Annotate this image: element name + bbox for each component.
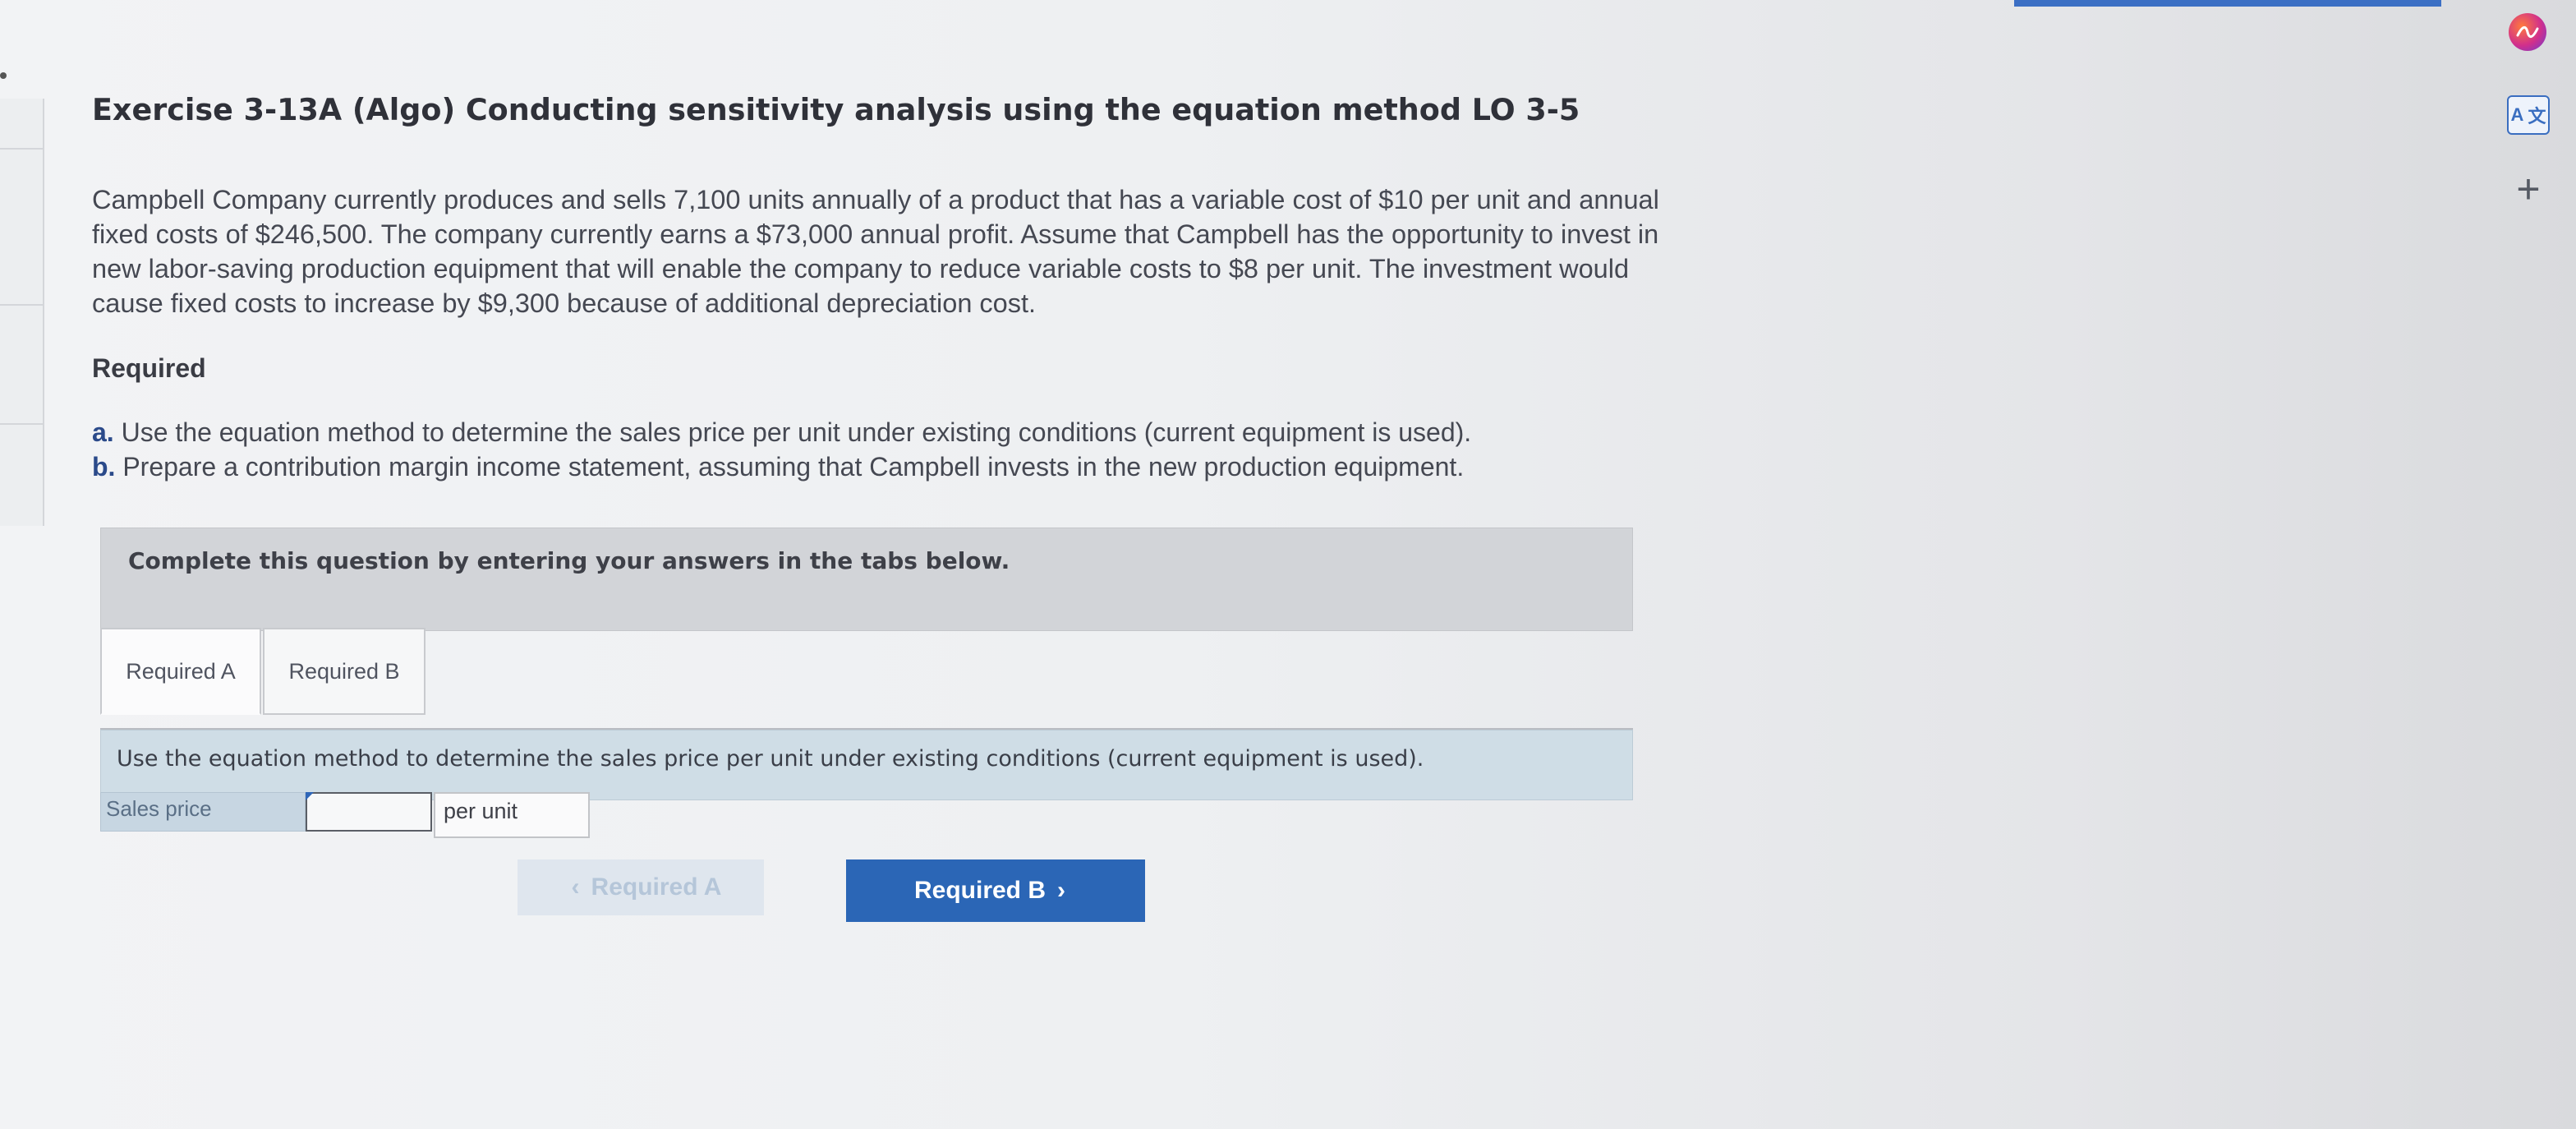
previous-button[interactable]: ‹ Required A (518, 859, 764, 915)
question-text: Use the equation method to determine the… (117, 746, 1424, 772)
left-panel-divider (0, 423, 43, 425)
tab-required-a[interactable]: Required A (100, 628, 261, 715)
assistant-icon[interactable] (2509, 13, 2546, 51)
instruction-text: Complete this question by entering your … (128, 547, 1010, 574)
problem-line: cause fixed costs to increase by $9,300 … (92, 288, 1037, 318)
chevron-left-icon: ‹ (571, 873, 580, 901)
previous-button-label: Required A (591, 873, 722, 901)
required-item-letter: b. (92, 452, 116, 482)
tab-label: Required B (288, 658, 400, 684)
chevron-right-icon: › (1057, 877, 1066, 904)
left-panel-divider (0, 148, 43, 150)
required-item-a: a. Use the equation method to determine … (92, 417, 1471, 448)
translate-glyph: 文 (2528, 106, 2546, 127)
problem-statement: Campbell Company currently produces and … (92, 182, 1801, 320)
edge-dot (0, 72, 7, 79)
next-button-label: Required B (913, 877, 1046, 904)
required-heading: Required (92, 353, 206, 383)
tab-label: Required A (126, 658, 236, 684)
required-item-text: Prepare a contribution margin income sta… (122, 452, 1465, 482)
input-flag-icon (306, 792, 314, 800)
swirl-glyph-icon (2516, 26, 2539, 38)
translate-icon[interactable]: A 文 (2507, 95, 2550, 135)
translate-glyph: A (2510, 104, 2524, 125)
plus-icon[interactable]: + (2510, 166, 2546, 212)
exercise-title: Exercise 3-13A (Algo) Conducting sensiti… (92, 92, 1580, 127)
left-panel-divider (0, 304, 43, 306)
top-accent-bar (2014, 0, 2441, 7)
required-item-b: b. Prepare a contribution margin income … (92, 452, 1464, 482)
sales-price-input[interactable] (306, 792, 432, 832)
required-item-letter: a. (92, 417, 114, 447)
sales-price-label: Sales price (100, 792, 306, 832)
problem-line: Campbell Company currently produces and … (92, 185, 1659, 214)
required-item-text: Use the equation method to determine the… (121, 417, 1472, 447)
tab-required-b[interactable]: Required B (263, 628, 426, 715)
unit-label: per unit (434, 792, 590, 838)
next-button[interactable]: Required B › (846, 859, 1145, 922)
left-edge-panel (0, 99, 44, 526)
instruction-banner (100, 528, 1633, 631)
problem-line: fixed costs of $246,500. The company cur… (92, 219, 1659, 249)
problem-line: new labor-saving production equipment th… (92, 254, 1630, 283)
